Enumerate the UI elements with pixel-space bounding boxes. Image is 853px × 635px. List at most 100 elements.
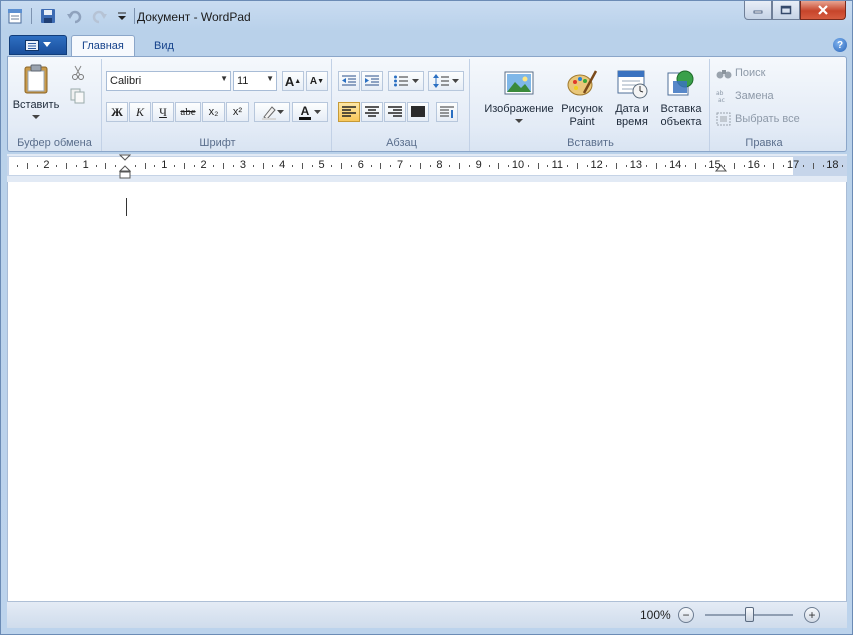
insert-object-button[interactable]: Вставка объекта [656, 67, 706, 129]
ruler-label: 3 [239, 159, 246, 171]
chevron-down-icon [515, 119, 523, 123]
close-button[interactable] [800, 1, 846, 20]
line-spacing-button[interactable] [428, 71, 464, 91]
ruler-tick [292, 165, 294, 167]
font-family-value: Calibri [110, 75, 142, 87]
insert-datetime-button[interactable]: Дата и время [608, 67, 656, 129]
italic-button[interactable]: К [129, 102, 151, 122]
font-size-value: 11 [237, 75, 249, 87]
ruler-label: 6 [357, 159, 364, 171]
ruler-tick [586, 165, 588, 167]
insert-picture-label: Изображение [484, 103, 554, 115]
wordpad-app-icon[interactable] [5, 6, 25, 26]
shrink-font-icon: A [309, 75, 318, 87]
clipboard-group-label: Буфер обмена [17, 137, 92, 149]
highlighter-icon [261, 106, 276, 120]
tab-view[interactable]: Вид [144, 35, 184, 56]
underline-button[interactable]: Ч [152, 102, 174, 122]
ruler-label: 13 [629, 159, 643, 171]
replace-label: Замена [735, 90, 774, 102]
qat-separator [134, 8, 135, 24]
ribbon-tabs: Главная Вид ? [7, 34, 847, 56]
ruler-tick [704, 165, 706, 167]
select-all-label: Выбрать все [735, 113, 800, 125]
ruler-tick [341, 163, 343, 169]
insert-paint-drawing-button[interactable]: Рисунок Paint [558, 67, 606, 129]
binoculars-icon [716, 70, 732, 79]
ruler-tick [115, 165, 117, 167]
ruler-label: 8 [436, 159, 443, 171]
window-controls [744, 1, 846, 20]
copy-button[interactable] [70, 86, 86, 106]
zoom-out-button[interactable]: − [678, 607, 694, 623]
find-button[interactable]: Поиск [716, 63, 765, 83]
ruler-tick [26, 163, 28, 169]
ruler-label: 10 [511, 159, 525, 171]
ruler-tick [459, 163, 461, 169]
font-family-select[interactable]: Calibri ▼ [106, 71, 231, 91]
ruler[interactable]: 2 1 1 2 3 4 5 6 7 8 9 10 11 12 13 14 15 16 17 18 [7, 154, 847, 182]
ruler-tick [183, 163, 185, 169]
grow-font-button[interactable]: A ▲ [282, 71, 304, 91]
bullets-button[interactable] [388, 71, 424, 91]
superscript-button[interactable]: x² [226, 102, 249, 122]
subscript-button[interactable]: x₂ [202, 102, 225, 122]
ruler-tick [174, 165, 176, 167]
ruler-tick [252, 165, 254, 167]
ruler-tick [488, 165, 490, 167]
help-icon[interactable]: ? [833, 38, 847, 52]
bold-button[interactable]: Ж [106, 102, 128, 122]
customize-qat-icon[interactable] [116, 6, 128, 26]
ruler-tick [56, 165, 58, 167]
zoom-in-button[interactable]: + [804, 607, 820, 623]
ruler-tick [213, 165, 215, 167]
insert-paint-label: Рисунок Paint [561, 103, 603, 128]
chevron-down-icon [32, 115, 40, 119]
cut-button[interactable] [70, 63, 86, 83]
decrease-indent-button[interactable] [338, 71, 360, 91]
right-indent-marker-icon[interactable] [715, 164, 727, 176]
ruler-tick [802, 165, 804, 167]
minimize-button[interactable] [744, 1, 772, 20]
ruler-tick [272, 165, 274, 167]
ruler-tick [429, 165, 431, 167]
paragraph-settings-button[interactable] [436, 102, 458, 122]
shrink-font-button[interactable]: A ▼ [306, 71, 328, 91]
align-center-button[interactable] [361, 102, 383, 122]
maximize-button[interactable] [772, 1, 800, 20]
strikethrough-button[interactable]: abe [175, 102, 201, 122]
document-editor[interactable] [7, 182, 847, 601]
ruler-tick [390, 165, 392, 167]
replace-button[interactable]: ab ac Замена [716, 86, 774, 106]
ruler-tick [301, 163, 303, 169]
font-size-select[interactable]: 11 ▼ [233, 71, 277, 91]
highlight-color-button[interactable] [254, 102, 290, 122]
calendar-clock-icon [617, 70, 648, 99]
undo-icon[interactable] [64, 6, 84, 26]
ruler-label: 17 [786, 159, 800, 171]
insert-picture-button[interactable]: Изображение [476, 67, 562, 124]
ruler-tick [331, 165, 333, 167]
justify-button[interactable] [407, 102, 429, 122]
tab-home[interactable]: Главная [71, 35, 135, 56]
ruler-label: 4 [279, 159, 286, 171]
increase-indent-button[interactable] [361, 71, 383, 91]
status-bar: 100% − + [7, 601, 847, 628]
select-all-button[interactable]: Выбрать все [716, 109, 800, 129]
application-menu-button[interactable] [9, 35, 67, 55]
ruler-tick [36, 165, 38, 167]
font-color-button[interactable]: A [292, 102, 328, 122]
editing-group-label: Правка [745, 137, 783, 149]
plus-icon: + [808, 608, 816, 622]
indent-markers-icon[interactable] [119, 154, 131, 182]
ruler-label: 5 [318, 159, 325, 171]
zoom-slider-thumb[interactable] [745, 607, 754, 622]
align-left-button[interactable] [338, 102, 360, 122]
save-icon[interactable] [38, 6, 58, 26]
redo-icon[interactable] [90, 6, 110, 26]
paste-button[interactable]: Вставить [13, 63, 59, 120]
align-right-button[interactable] [384, 102, 406, 122]
ruler-tick [468, 165, 470, 167]
scissors-icon [72, 65, 84, 80]
subscript-icon: x₂ [208, 106, 219, 118]
